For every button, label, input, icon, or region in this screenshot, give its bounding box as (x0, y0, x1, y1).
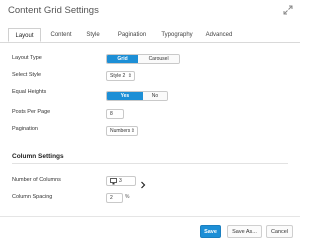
number-of-columns-input[interactable]: 3 (106, 176, 136, 186)
column-spacing-input[interactable]: 2 (106, 193, 123, 203)
tab-bar: Layout Content Style Pagination Typograp… (0, 28, 300, 43)
pagination-label: Pagination (12, 126, 38, 132)
chevron-right-icon[interactable] (140, 176, 146, 194)
tab-layout[interactable]: Layout (8, 28, 41, 42)
column-spacing-unit: % (125, 194, 130, 200)
posts-per-page-input[interactable]: 8 (106, 109, 124, 119)
select-style-dropdown[interactable]: Style 2 ⇕ (106, 71, 135, 81)
updown-arrow-icon: ⇕ (127, 73, 132, 79)
desktop-icon (110, 178, 117, 187)
updown-arrow-icon: ⇕ (130, 128, 135, 134)
tab-typography[interactable]: Typography (157, 28, 197, 42)
posts-per-page-label: Posts Per Page (12, 109, 51, 115)
tab-style[interactable]: Style (82, 28, 104, 42)
expand-icon[interactable] (282, 3, 294, 15)
section-divider (12, 163, 288, 164)
layout-type-grid-option[interactable]: Grid (107, 55, 139, 63)
layout-type-toggle: Grid Carousel (106, 54, 180, 64)
column-settings-heading: Column Settings (12, 153, 64, 160)
select-style-value: Style 2 (110, 73, 126, 79)
layout-type-carousel-option[interactable]: Carousel (138, 55, 179, 63)
tab-pagination[interactable]: Pagination (113, 28, 151, 42)
cancel-button[interactable]: Cancel (266, 225, 293, 238)
column-spacing-label: Column Spacing (12, 194, 53, 200)
select-style-label: Select Style (12, 72, 42, 78)
pagination-value: Numbers (110, 128, 131, 134)
settings-dialog: Content Grid Settings Layout Content Sty… (0, 0, 300, 241)
equal-heights-toggle: Yes No (106, 91, 168, 101)
layout-type-label: Layout Type (12, 55, 42, 61)
dialog-header: Content Grid Settings (0, 0, 300, 22)
save-button[interactable]: Save (200, 225, 221, 238)
equal-heights-label: Equal Heights (12, 89, 47, 95)
footer-divider (0, 216, 300, 217)
equal-heights-yes-option[interactable]: Yes (107, 92, 143, 100)
save-as-button[interactable]: Save As... (227, 225, 262, 238)
number-of-columns-label: Number of Columns (12, 177, 61, 183)
tab-content[interactable]: Content (46, 28, 76, 42)
equal-heights-no-option[interactable]: No (142, 92, 167, 100)
pagination-dropdown[interactable]: Numbers ⇕ (106, 126, 138, 136)
number-of-columns-value: 3 (119, 178, 122, 184)
tab-advanced[interactable]: Advanced (201, 28, 237, 42)
dialog-title: Content Grid Settings (8, 5, 99, 16)
